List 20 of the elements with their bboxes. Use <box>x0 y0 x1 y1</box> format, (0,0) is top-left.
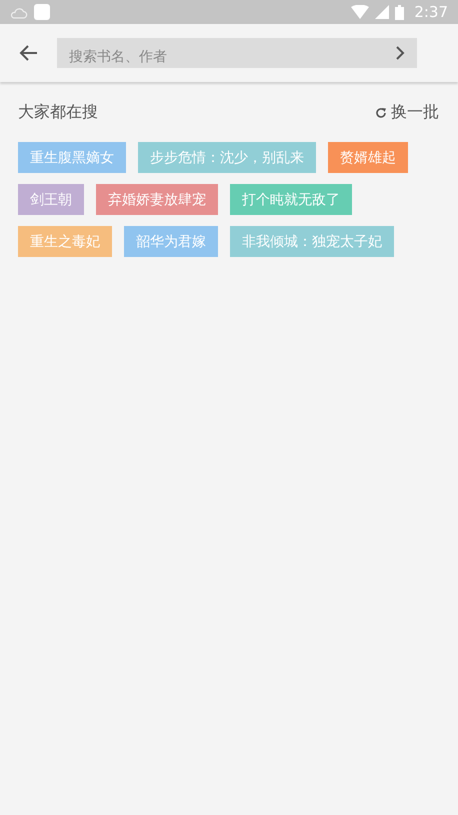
search-tag[interactable]: 重生腹黑嫡女 <box>18 142 126 173</box>
refresh-button[interactable]: 换一批 <box>375 102 439 123</box>
search-tag[interactable]: 步步危情：沈少，别乱来 <box>138 142 316 173</box>
search-tag[interactable]: 弃婚娇妻放肆宠 <box>96 184 218 215</box>
search-tag[interactable]: 韶华为君嫁 <box>124 226 218 257</box>
search-tag[interactable]: 剑王朝 <box>18 184 84 215</box>
chevron-right-icon <box>395 46 405 60</box>
notification-icon <box>34 4 50 20</box>
search-tag[interactable]: 非我倾城：独宠太子妃 <box>230 226 394 257</box>
signal-icon <box>375 5 390 19</box>
search-tag[interactable]: 赘婿雄起 <box>328 142 408 173</box>
wifi-icon <box>351 5 370 19</box>
back-arrow-icon <box>18 43 38 63</box>
search-tag[interactable]: 打个盹就无敌了 <box>230 184 352 215</box>
section-title: 大家都在搜 <box>18 102 98 123</box>
battery-icon <box>395 4 404 20</box>
search-field[interactable]: 搜索书名、作者 <box>57 38 417 68</box>
search-tag[interactable]: 重生之毒妃 <box>18 226 112 257</box>
clock-text: 2:37 <box>414 3 448 21</box>
refresh-icon <box>375 106 387 118</box>
